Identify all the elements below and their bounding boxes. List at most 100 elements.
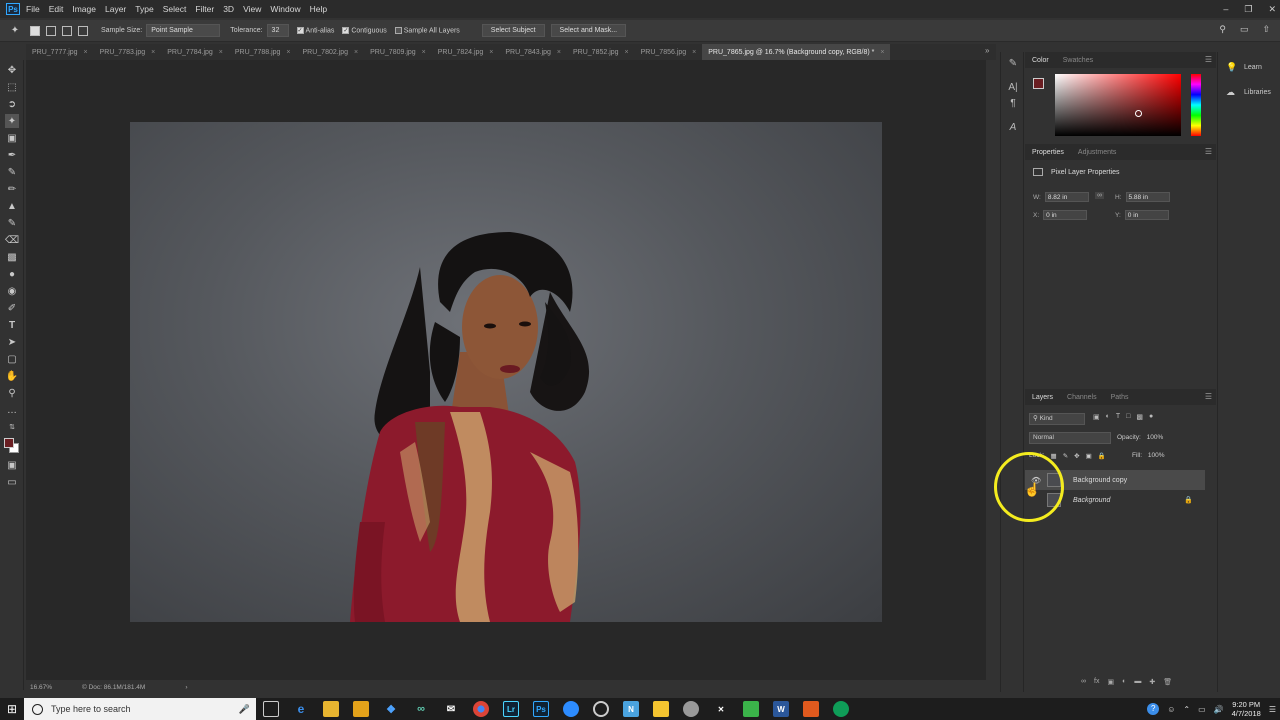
magic-wand-icon[interactable]: ✦ bbox=[8, 24, 22, 38]
history-brush-icon[interactable]: ✎ bbox=[5, 216, 19, 230]
tab-pru-7802[interactable]: PRU_7802.jpg × bbox=[297, 44, 365, 60]
close-icon[interactable]: × bbox=[422, 49, 426, 56]
close-icon[interactable]: × bbox=[151, 49, 155, 56]
browser-app-icon[interactable] bbox=[683, 701, 699, 717]
tab-pru-7824[interactable]: PRU_7824.jpg × bbox=[432, 44, 500, 60]
swap-colors-icon[interactable]: ⇅ bbox=[5, 420, 19, 434]
tab-pru-7784[interactable]: PRU_7784.jpg × bbox=[161, 44, 229, 60]
hangouts-icon[interactable] bbox=[833, 701, 849, 717]
tab-pru-7783[interactable]: PRU_7783.jpg × bbox=[94, 44, 162, 60]
rectangle-tool-icon[interactable]: ▢ bbox=[5, 352, 19, 366]
color-picker-field[interactable] bbox=[1055, 74, 1181, 136]
filter-pixel-icon[interactable]: ▣ bbox=[1093, 413, 1100, 421]
taskbar-search-box[interactable]: Type here to search 🎤 bbox=[24, 698, 256, 720]
menu-file[interactable]: File bbox=[26, 4, 40, 14]
subtract-selection-icon[interactable] bbox=[62, 25, 72, 36]
y-field[interactable]: 0 in bbox=[1124, 210, 1169, 220]
color-picker-marker[interactable] bbox=[1135, 110, 1142, 117]
photoshop-taskbar-icon[interactable]: Ps bbox=[533, 701, 549, 717]
task-view-icon[interactable] bbox=[263, 701, 279, 717]
panel-menu-icon[interactable]: ☰ bbox=[1205, 55, 1212, 64]
character-icon[interactable]: A| bbox=[1006, 82, 1020, 96]
workspace-icon[interactable]: ▭ bbox=[1240, 24, 1249, 35]
pen-tool-icon[interactable]: ✐ bbox=[5, 301, 19, 315]
orange-app-icon[interactable] bbox=[803, 701, 819, 717]
tray-expand-icon[interactable]: ⌃ bbox=[1183, 705, 1190, 714]
screen-mode-icon[interactable]: ▭ bbox=[5, 475, 19, 489]
tab-layers[interactable]: Layers bbox=[1025, 394, 1060, 401]
lightroom-icon[interactable]: Lr bbox=[503, 701, 519, 717]
volume-icon[interactable]: 🔊 bbox=[1214, 705, 1224, 714]
select-subject-button[interactable]: Select Subject bbox=[481, 24, 545, 37]
brush-tool-icon[interactable]: ✏ bbox=[5, 182, 19, 196]
close-icon[interactable]: × bbox=[692, 49, 696, 56]
link-layers-icon[interactable]: ∞ bbox=[1081, 678, 1086, 686]
tab-channels[interactable]: Channels bbox=[1060, 394, 1104, 401]
green-app-icon[interactable] bbox=[743, 701, 759, 717]
type-tool-icon[interactable]: T bbox=[5, 318, 19, 332]
taskbar-clock[interactable]: 9:20 PM 4/7/2018 bbox=[1232, 700, 1261, 718]
anti-alias-checkbox[interactable]: ✓ Anti-alias bbox=[296, 26, 334, 34]
learn-button[interactable]: 💡 Learn bbox=[1226, 62, 1280, 73]
history-icon[interactable]: ✎ bbox=[1006, 58, 1020, 72]
tab-pru-7852[interactable]: PRU_7852.jpg × bbox=[567, 44, 635, 60]
contiguous-checkbox[interactable]: ✓ Contiguous bbox=[342, 26, 387, 34]
people-icon[interactable]: ☺ bbox=[1167, 705, 1175, 714]
filter-shape-icon[interactable]: □ bbox=[1126, 413, 1130, 421]
tab-color[interactable]: Color bbox=[1025, 57, 1056, 64]
magic-wand-tool-icon[interactable]: ✦ bbox=[5, 114, 19, 128]
menu-select[interactable]: Select bbox=[163, 4, 187, 14]
tab-pru-7777[interactable]: PRU_7777.jpg × bbox=[26, 44, 94, 60]
x-field[interactable]: 0 in bbox=[1043, 210, 1088, 220]
word-icon[interactable]: W bbox=[773, 701, 789, 717]
paragraph-icon[interactable]: ¶ bbox=[1006, 98, 1020, 112]
lock-transparent-icon[interactable]: ▦ bbox=[1051, 452, 1057, 460]
menu-edit[interactable]: Edit bbox=[49, 4, 64, 14]
libraries-button[interactable]: ☁ Libraries bbox=[1226, 87, 1280, 98]
close-icon[interactable]: × bbox=[219, 49, 223, 56]
search-icon[interactable]: ⚲ bbox=[1219, 24, 1226, 35]
path-selection-icon[interactable]: ➤ bbox=[5, 335, 19, 349]
menu-help[interactable]: Help bbox=[310, 4, 327, 14]
lock-artboard-icon[interactable]: ▣ bbox=[1086, 452, 1092, 460]
tab-paths[interactable]: Paths bbox=[1104, 394, 1136, 401]
tab-properties[interactable]: Properties bbox=[1025, 149, 1071, 156]
status-menu-arrow-icon[interactable]: › bbox=[185, 684, 187, 691]
tab-pru-7843[interactable]: PRU_7843.jpg × bbox=[499, 44, 567, 60]
dodge-tool-icon[interactable]: ◉ bbox=[5, 284, 19, 298]
panel-menu-icon[interactable]: ☰ bbox=[1205, 147, 1212, 156]
tab-pru-7809[interactable]: PRU_7809.jpg × bbox=[364, 44, 432, 60]
select-and-mask-button[interactable]: Select and Mask... bbox=[550, 24, 627, 37]
delete-layer-icon[interactable]: 🗑 bbox=[1163, 678, 1172, 686]
tab-pru-7788[interactable]: PRU_7788.jpg × bbox=[229, 44, 297, 60]
filter-adjustment-icon[interactable]: ◐ bbox=[1106, 413, 1110, 421]
link-dimensions-icon[interactable]: ∞ bbox=[1095, 192, 1104, 199]
camera-app-icon[interactable] bbox=[563, 701, 579, 717]
filter-smart-icon[interactable]: ▩ bbox=[1136, 413, 1143, 421]
sticky-notes-icon[interactable] bbox=[653, 701, 669, 717]
menu-view[interactable]: View bbox=[243, 4, 261, 14]
sample-size-select[interactable]: Point Sample bbox=[146, 24, 221, 37]
new-layer-icon[interactable]: ✚ bbox=[1149, 678, 1155, 686]
foreground-color-chip[interactable] bbox=[1033, 78, 1044, 89]
tab-swatches[interactable]: Swatches bbox=[1056, 57, 1100, 64]
blend-mode-select[interactable]: Normal bbox=[1029, 432, 1111, 444]
layer-name[interactable]: Background bbox=[1073, 497, 1110, 504]
notifications-icon[interactable]: ☰ bbox=[1269, 705, 1276, 714]
close-icon[interactable]: × bbox=[880, 49, 884, 56]
opacity-value[interactable]: 100% bbox=[1147, 434, 1164, 441]
intersect-selection-icon[interactable] bbox=[78, 25, 88, 36]
foreground-background-swatches[interactable] bbox=[3, 437, 21, 455]
add-selection-icon[interactable] bbox=[46, 25, 56, 36]
menu-window[interactable]: Window bbox=[270, 4, 300, 14]
menu-filter[interactable]: Filter bbox=[195, 4, 214, 14]
healing-brush-icon[interactable]: ✎ bbox=[5, 165, 19, 179]
edge-icon[interactable]: e bbox=[293, 701, 309, 717]
new-group-icon[interactable]: ▬ bbox=[1134, 678, 1141, 686]
canvas-area[interactable] bbox=[26, 60, 986, 680]
close-icon[interactable]: × bbox=[625, 49, 629, 56]
filter-type-icon[interactable]: T bbox=[1116, 413, 1120, 421]
microphone-icon[interactable]: 🎤 bbox=[239, 704, 250, 715]
file-explorer-icon[interactable] bbox=[323, 701, 339, 717]
sample-all-layers-checkbox[interactable]: Sample All Layers bbox=[394, 26, 460, 34]
